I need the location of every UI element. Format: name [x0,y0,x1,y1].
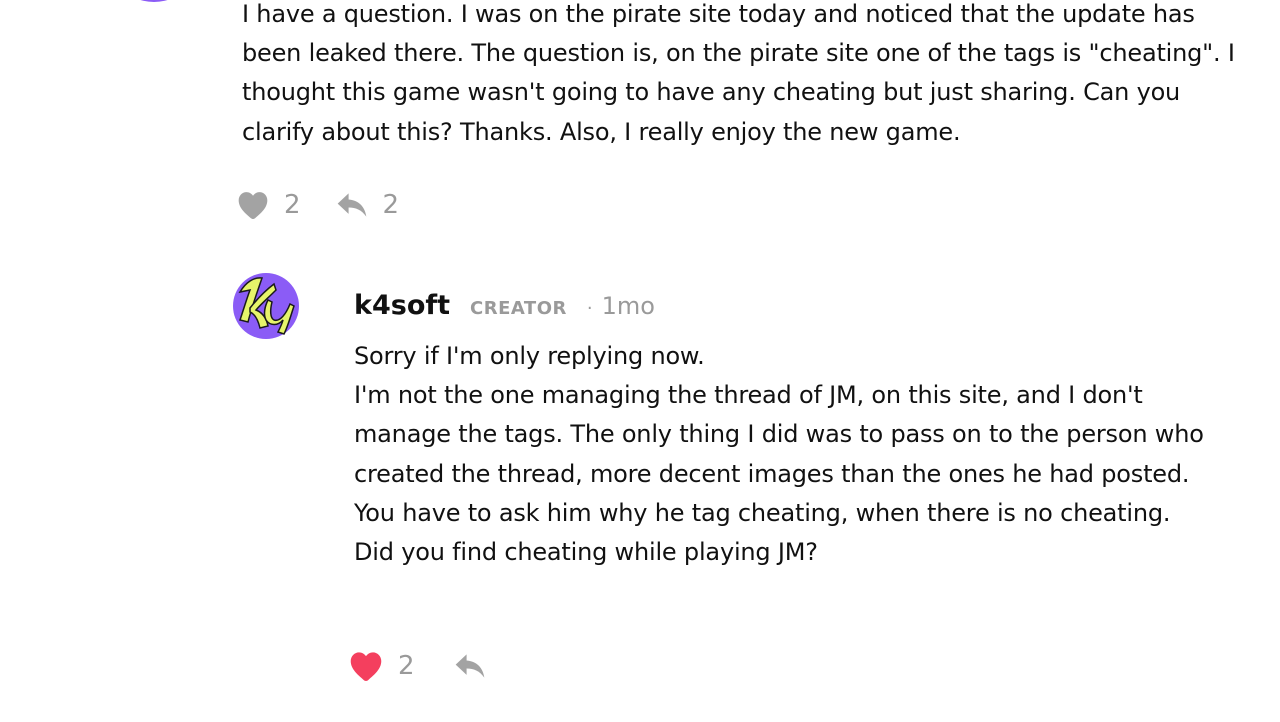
creator-badge: CREATOR [470,298,567,319]
reply-author-avatar[interactable]: K4 [228,268,304,340]
reply-arrow-icon [337,193,366,217]
parent-comment-body: I have a question. I was on the pirate s… [242,0,1235,146]
like-count: 2 [284,190,301,220]
like-button[interactable]: 2 [348,650,415,682]
like-button[interactable]: 2 [236,190,301,220]
k4soft-logo: K4 [233,273,299,339]
reply-count: 2 [382,190,400,220]
heart-icon [238,192,268,220]
parent-comment-actions: 2 2 [236,190,399,220]
reply-button[interactable]: 2 [335,190,400,220]
reply-header: k4soft CREATOR · 1mo [354,290,655,321]
parent-avatar[interactable] [126,0,182,2]
heart-icon [350,652,382,681]
author-name[interactable]: k4soft [354,290,450,321]
comment-timestamp[interactable]: 1mo [602,292,655,320]
meta-separator: · [586,298,593,319]
reply-comment-body: Sorry if I'm only replying now. I'm not … [354,342,1204,567]
reply-arrow-icon [455,654,484,678]
like-count: 2 [398,651,415,681]
reply-button[interactable] [453,651,487,681]
reply-comment-actions: 2 [348,650,487,682]
